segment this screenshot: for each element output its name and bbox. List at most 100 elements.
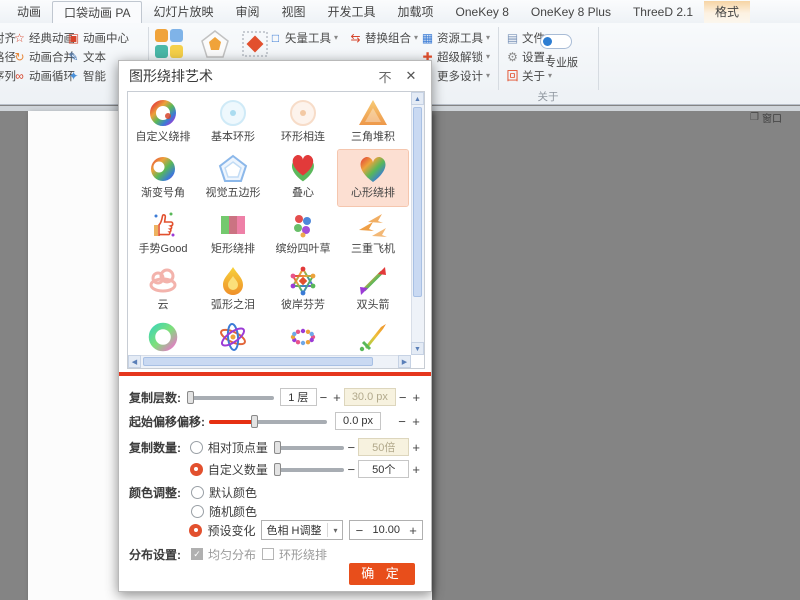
gallery-vscrollbar[interactable]: ▲ ▼ [411, 92, 424, 355]
ribbon-button-资源工具[interactable]: ▦资源工具▾ [420, 28, 490, 47]
plus-button[interactable]: + [406, 523, 420, 538]
tab-格式[interactable]: 格式 [704, 1, 750, 23]
copy-count-custom-row: 自定义数量 − 50个 + [129, 459, 423, 479]
scroll-left-icon[interactable]: ◀ [128, 355, 141, 368]
minus-button[interactable]: − [344, 440, 358, 455]
scroll-right-icon[interactable]: ▶ [398, 355, 411, 368]
tab-OneKey 8 Plus[interactable]: OneKey 8 Plus [520, 1, 622, 23]
copy-layers-row: 复制层数: 1 层 − + 30.0 px − + [129, 387, 423, 407]
teal-ring-icon [146, 320, 180, 354]
pin-icon[interactable]: 不 [375, 67, 395, 86]
ribbon-button-label: 替换组合 [365, 30, 411, 46]
even-distribution-checkbox[interactable]: ✓ [191, 548, 203, 560]
gallery-item-视觉五边形[interactable]: 视觉五边形 [198, 150, 268, 206]
tab-动画[interactable]: 动画 [6, 1, 52, 23]
ribbon-button-替换组合[interactable]: ⇆替换组合▾ [348, 28, 418, 47]
tab-审阅[interactable]: 审阅 [224, 1, 270, 23]
gallery-item-label: 自定义绕排 [128, 130, 198, 144]
ribbon-button-label: 设置 [522, 49, 545, 65]
copy-layers-value[interactable]: 1 层 [280, 388, 317, 406]
relative-vertex-slider[interactable] [274, 441, 345, 454]
gallery-item-label: 三角堆积 [338, 130, 408, 144]
gallery-item-弧形之泪[interactable]: 弧形之泪 [198, 262, 268, 318]
gallery-item-双头箭[interactable]: 双头箭 [338, 262, 408, 318]
window-chip[interactable]: ❐ 窗口 [750, 110, 782, 125]
tab-OneKey 8[interactable]: OneKey 8 [445, 1, 520, 23]
gallery-item-三角堆积[interactable]: 三角堆积 [338, 94, 408, 150]
gallery-item-云[interactable]: 云 [128, 262, 198, 318]
scroll-up-icon[interactable]: ▲ [411, 92, 424, 105]
default-color-radio[interactable] [191, 486, 204, 499]
ribbon-button-label: 超级解锁 [437, 49, 483, 65]
minus-button[interactable]: − [396, 390, 410, 405]
vscroll-thumb[interactable] [413, 107, 422, 297]
dialog-header: 图形绕排艺术 不 ✕ [119, 61, 431, 91]
vector-tools-icon: □ [268, 31, 283, 45]
preset-change-radio[interactable] [189, 524, 202, 537]
gallery-item-基本环形[interactable]: 基本环形 [198, 94, 268, 150]
gallery-item[interactable] [268, 318, 338, 357]
tab-加载项[interactable]: 加载项 [387, 1, 445, 23]
plus-button[interactable]: + [409, 390, 423, 405]
minus-button[interactable]: − [352, 523, 366, 538]
gallery-item[interactable] [198, 318, 268, 357]
gallery-item[interactable] [338, 318, 408, 357]
custom-count-radio[interactable] [190, 463, 203, 476]
amount-value[interactable]: 10.00 [366, 524, 406, 536]
copy-layers-slider[interactable] [187, 391, 274, 404]
gallery-item-label: 双头箭 [338, 298, 408, 312]
pentagon-badge-icon[interactable] [200, 29, 230, 59]
start-offset-value[interactable]: 0.0 px [335, 412, 381, 430]
gallery-item-label: 叠心 [268, 186, 338, 200]
tab-ThreeD 2.1[interactable]: ThreeD 2.1 [622, 1, 704, 23]
ribbon-button-动画中心[interactable]: ▣动画中心 [66, 28, 129, 47]
minus-button[interactable]: − [344, 462, 358, 477]
pro-version-toggle[interactable] [540, 34, 572, 49]
relative-vertex-value[interactable]: 50倍 [358, 438, 409, 456]
gallery-item-环形相连[interactable]: 环形相连 [268, 94, 338, 150]
relative-vertex-radio[interactable] [190, 441, 203, 454]
gallery-item[interactable] [128, 318, 198, 357]
gallery-item-叠心[interactable]: 叠心 [268, 150, 338, 206]
custom-count-value[interactable]: 50个 [358, 460, 409, 478]
plus-button[interactable]: + [330, 390, 344, 405]
color-adjust-preset-row: 预设变化 色相 H调整 ▾ − 10.00 + [129, 520, 423, 540]
plus-button[interactable]: + [409, 462, 423, 477]
gallery-item-手势Good[interactable]: 手势Good [128, 206, 198, 262]
gallery-hscrollbar[interactable]: ◀ ▶ [128, 355, 411, 368]
start-offset-slider[interactable] [209, 415, 327, 428]
ribbon-tab-bar: 动画口袋动画 PA幻灯片放映审阅视图开发工具加载项OneKey 8OneKey … [0, 0, 800, 23]
tab-开发工具[interactable]: 开发工具 [317, 1, 387, 23]
shape-library-icon[interactable] [155, 29, 185, 59]
minus-button[interactable]: − [317, 390, 331, 405]
random-color-radio[interactable] [191, 505, 204, 518]
custom-count-slider[interactable] [274, 463, 345, 476]
gallery-item-矩形绕排[interactable]: 矩形绕排 [198, 206, 268, 262]
plus-button[interactable]: + [409, 440, 423, 455]
plus-button[interactable]: + [409, 414, 423, 429]
layer-px-value[interactable]: 30.0 px [344, 388, 396, 406]
gallery-item-渐变号角[interactable]: 渐变号角 [128, 150, 198, 206]
triangle-stack-icon [356, 96, 390, 130]
app-window: 动画口袋动画 PA幻灯片放映审阅视图开发工具加载项OneKey 8OneKey … [0, 0, 800, 600]
chevron-down-icon: ▾ [548, 71, 552, 80]
tab-幻灯片放映[interactable]: 幻灯片放映 [142, 1, 224, 23]
gallery-item-心形绕排[interactable]: 心形绕排 [338, 150, 408, 206]
ok-button[interactable]: 确 定 [349, 563, 415, 585]
tab-口袋动画 PA[interactable]: 口袋动画 PA [52, 1, 142, 23]
gallery-item-label: 环形相连 [268, 130, 338, 144]
replace-combo-icon: ⇆ [348, 31, 363, 45]
minus-button[interactable]: − [395, 414, 409, 429]
scroll-down-icon[interactable]: ▼ [411, 342, 424, 355]
gallery-item-自定义绕排[interactable]: 自定义绕排 [128, 94, 198, 150]
gallery-item-三重飞机[interactable]: 三重飞机 [338, 206, 408, 262]
ribbon-button-矢量工具[interactable]: □矢量工具▾ [268, 28, 338, 47]
gallery-item-彼岸芬芳[interactable]: 彼岸芬芳 [268, 262, 338, 318]
preset-dropdown[interactable]: 色相 H调整 ▾ [261, 520, 343, 540]
ring-wrap-checkbox[interactable] [262, 548, 274, 560]
close-icon[interactable]: ✕ [401, 68, 421, 84]
diamond-grid-icon[interactable] [240, 29, 270, 59]
hscroll-thumb[interactable] [143, 357, 373, 366]
gallery-item-缤纷四叶草[interactable]: 缤纷四叶草 [268, 206, 338, 262]
tab-视图[interactable]: 视图 [271, 1, 317, 23]
